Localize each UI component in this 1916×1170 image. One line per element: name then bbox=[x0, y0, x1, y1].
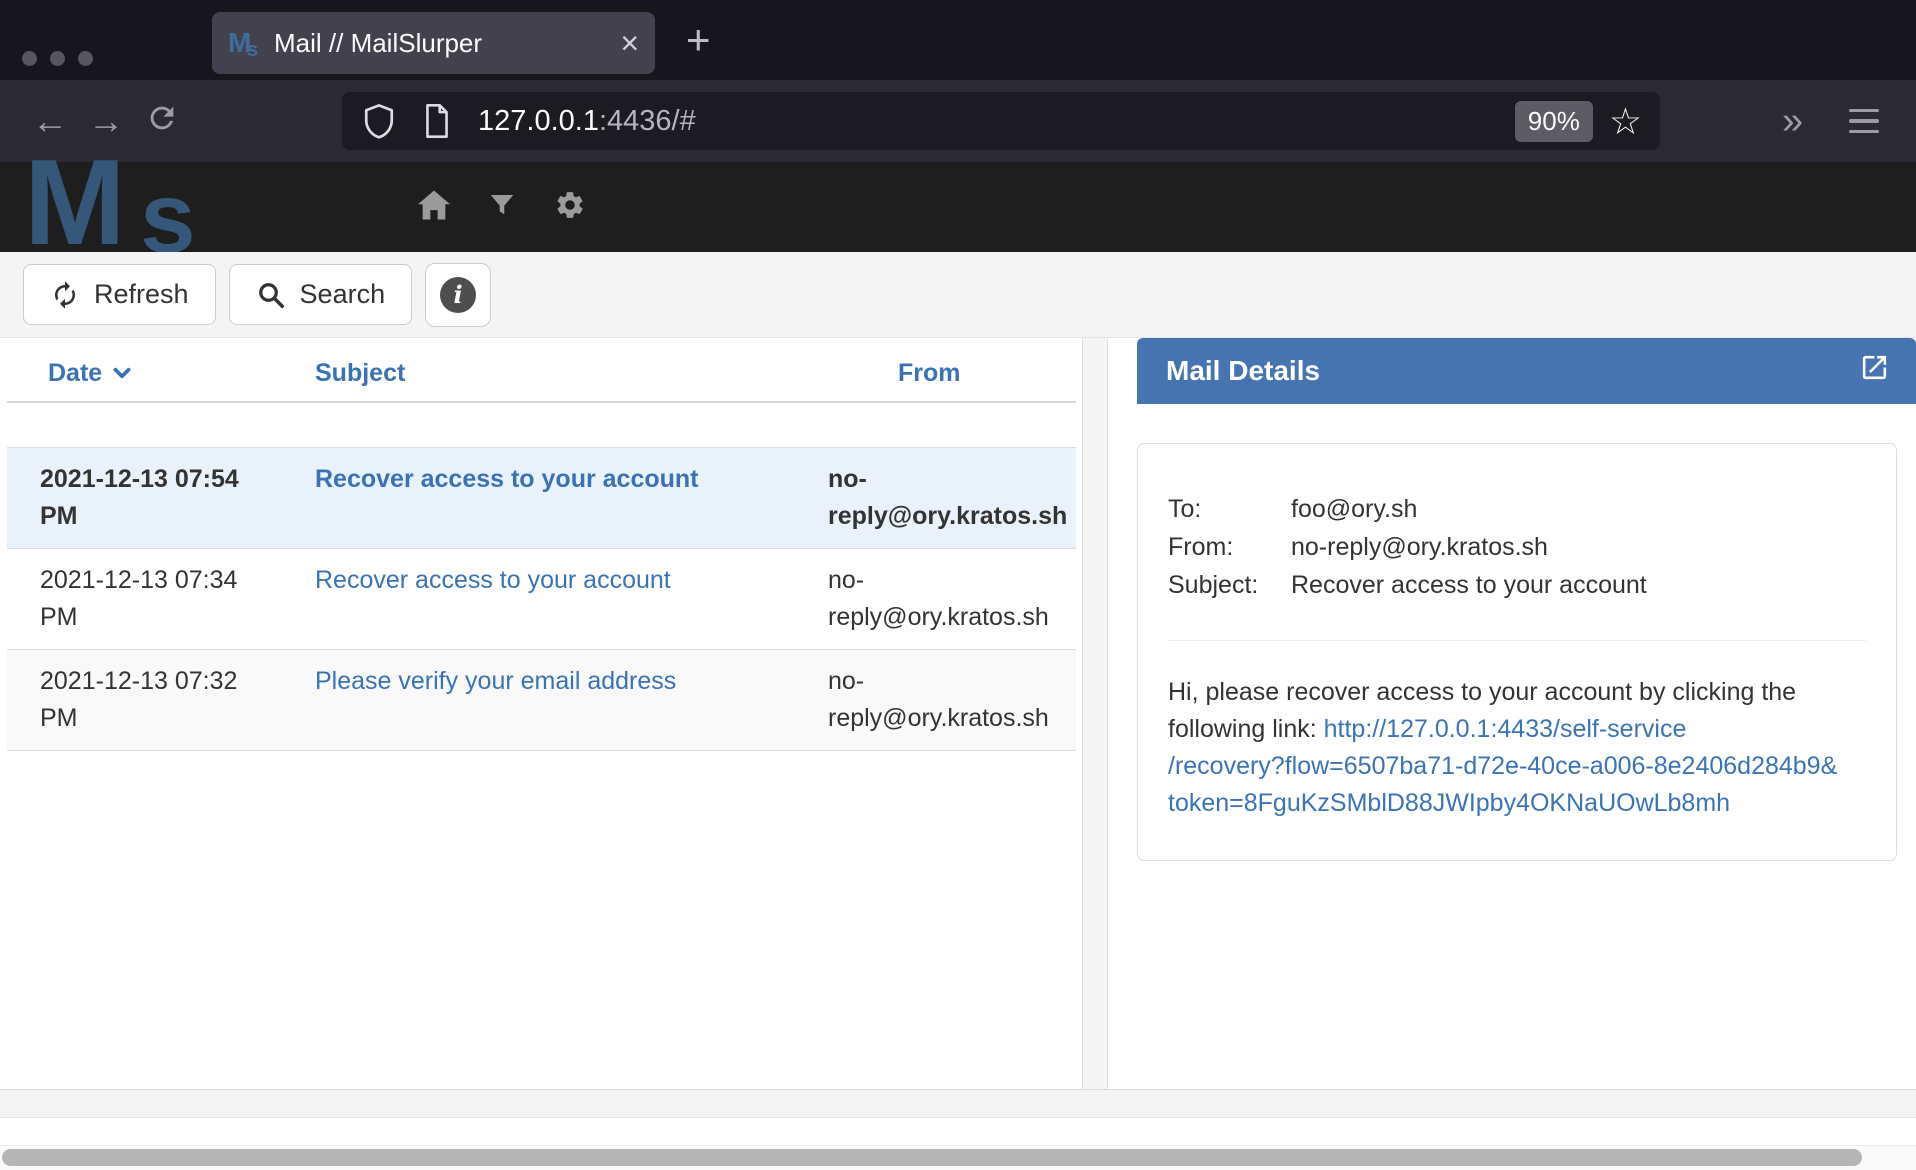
mail-body: Hi, please recover access to your accoun… bbox=[1168, 674, 1866, 822]
horizontal-scrollbar[interactable] bbox=[0, 1145, 1916, 1170]
column-header-from[interactable]: From bbox=[898, 359, 1076, 388]
browser-tab[interactable]: M s Mail // MailSlurper × bbox=[212, 12, 655, 74]
filter-icon[interactable] bbox=[470, 190, 534, 225]
window-dot bbox=[22, 51, 37, 66]
field-label: Subject: bbox=[1168, 566, 1291, 604]
mail-subject: Please verify your email address bbox=[315, 663, 828, 737]
svg-text:s: s bbox=[247, 39, 258, 57]
window-dot bbox=[78, 51, 93, 66]
mail-date: 2021-12-13 07:32 PM bbox=[40, 663, 315, 737]
pane-divider bbox=[1083, 338, 1108, 1089]
url-bar[interactable]: 127.0.0.1:4436/# 90% ☆ bbox=[342, 92, 1660, 150]
mail-from: no-reply@ory.kratos.sh bbox=[828, 663, 1066, 737]
footer-spacer bbox=[0, 1118, 1916, 1145]
page-icon[interactable] bbox=[422, 103, 452, 139]
horizontal-scrollbar-thumb[interactable] bbox=[2, 1149, 1862, 1166]
field-to: To: foo@ory.sh bbox=[1168, 490, 1866, 528]
mail-row[interactable]: 2021-12-13 07:54 PM Recover access to yo… bbox=[7, 447, 1076, 548]
mail-subject: Recover access to your account bbox=[315, 461, 828, 535]
search-label: Search bbox=[300, 279, 386, 310]
field-value: foo@ory.sh bbox=[1291, 490, 1417, 528]
info-icon: i bbox=[440, 277, 476, 313]
mailslurper-logo: M s bbox=[24, 160, 244, 252]
url-path: :4436/# bbox=[599, 105, 696, 137]
mail-rows: 2021-12-13 07:54 PM Recover access to yo… bbox=[7, 447, 1076, 751]
mail-row[interactable]: 2021-12-13 07:34 PM Recover access to yo… bbox=[7, 548, 1076, 649]
mail-subject-link[interactable]: Recover access to your account bbox=[315, 465, 699, 493]
gear-icon[interactable] bbox=[538, 189, 602, 226]
mail-list-header: Date Subject From bbox=[7, 345, 1076, 403]
overflow-chevrons-icon[interactable]: » bbox=[1782, 100, 1797, 143]
svg-text:s: s bbox=[140, 162, 196, 252]
tab-close-icon[interactable]: × bbox=[620, 27, 639, 59]
column-header-date[interactable]: Date bbox=[48, 359, 315, 388]
app-toolbar: Refresh Search i bbox=[0, 252, 1916, 338]
field-subject: Subject: Recover access to your account bbox=[1168, 566, 1866, 604]
mail-list-pane: Date Subject From 2021-12-13 07:54 PM Re… bbox=[0, 338, 1083, 1089]
mail-details-title: Mail Details bbox=[1166, 355, 1320, 387]
browser-titlebar: M s Mail // MailSlurper × + bbox=[0, 0, 1916, 80]
mail-details-pane: Mail Details To: foo@ory.sh From: no-rep… bbox=[1108, 338, 1916, 1089]
mail-from: no-reply@ory.kratos.sh bbox=[828, 461, 1075, 535]
field-value: no-reply@ory.kratos.sh bbox=[1291, 528, 1548, 566]
refresh-label: Refresh bbox=[94, 279, 189, 310]
mail-from: no-reply@ory.kratos.sh bbox=[828, 562, 1066, 636]
url-text: 127.0.0.1:4436/# bbox=[478, 105, 696, 138]
field-from: From: no-reply@ory.kratos.sh bbox=[1168, 528, 1866, 566]
home-icon[interactable] bbox=[402, 189, 466, 226]
back-icon[interactable]: ← bbox=[22, 103, 78, 139]
window-dot bbox=[50, 51, 65, 66]
mail-row[interactable]: 2021-12-13 07:32 PM Please verify your e… bbox=[7, 649, 1076, 751]
zoom-level-badge[interactable]: 90% bbox=[1515, 101, 1593, 142]
new-tab-button[interactable]: + bbox=[686, 16, 711, 64]
hamburger-menu-icon[interactable] bbox=[1849, 109, 1879, 134]
browser-nav-toolbar: ← → 127.0.0.1:4436/# 90% ☆ » bbox=[0, 80, 1916, 162]
open-external-icon[interactable] bbox=[1859, 352, 1890, 390]
search-button[interactable]: Search bbox=[229, 264, 413, 325]
mail-details-header: Mail Details bbox=[1137, 338, 1916, 404]
shield-icon[interactable] bbox=[362, 102, 396, 140]
app-navbar: M s bbox=[0, 162, 1916, 252]
mail-subject-link[interactable]: Please verify your email address bbox=[315, 667, 676, 695]
main-content: Date Subject From 2021-12-13 07:54 PM Re… bbox=[0, 338, 1916, 1089]
mailslurper-favicon-icon: M s bbox=[228, 29, 262, 57]
field-label: From: bbox=[1168, 528, 1291, 566]
url-host: 127.0.0.1 bbox=[478, 105, 599, 137]
bookmark-star-icon[interactable]: ☆ bbox=[1609, 103, 1642, 140]
refresh-icon bbox=[50, 280, 80, 310]
column-header-subject[interactable]: Subject bbox=[315, 359, 828, 388]
mail-subject-link[interactable]: Recover access to your account bbox=[315, 566, 671, 594]
card-divider bbox=[1168, 640, 1866, 641]
window-controls bbox=[22, 51, 93, 66]
footer-band bbox=[0, 1089, 1916, 1118]
forward-icon[interactable]: → bbox=[78, 103, 134, 139]
mail-subject: Recover access to your account bbox=[315, 562, 828, 636]
mail-date: 2021-12-13 07:54 PM bbox=[40, 461, 315, 535]
info-button[interactable]: i bbox=[425, 263, 491, 327]
sort-chevron-down-icon bbox=[111, 362, 133, 384]
mail-details-card: To: foo@ory.sh From: no-reply@ory.kratos… bbox=[1137, 443, 1897, 861]
field-value: Recover access to your account bbox=[1291, 566, 1647, 604]
tab-title: Mail // MailSlurper bbox=[274, 28, 482, 59]
refresh-button[interactable]: Refresh bbox=[23, 264, 216, 325]
field-label: To: bbox=[1168, 490, 1291, 528]
svg-text:M: M bbox=[24, 160, 126, 252]
search-icon bbox=[256, 280, 286, 310]
mail-date: 2021-12-13 07:34 PM bbox=[40, 562, 315, 636]
reload-icon[interactable] bbox=[134, 101, 190, 141]
